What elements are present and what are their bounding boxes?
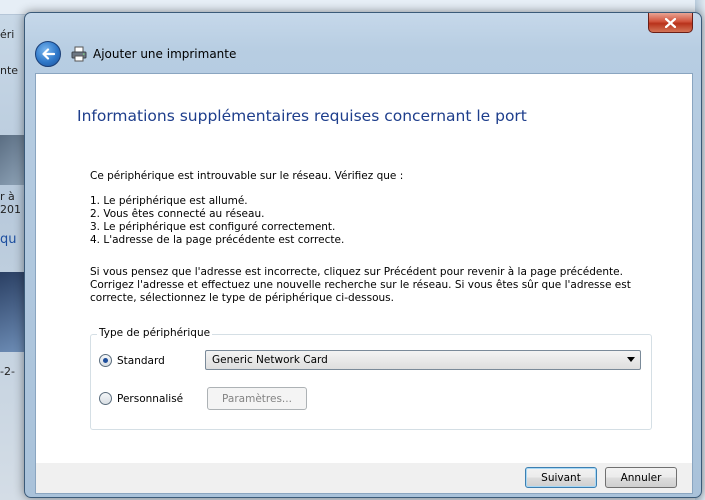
close-icon: [665, 17, 676, 28]
dialog-title-row: Ajouter une imprimante: [35, 39, 691, 69]
intro-text: Ce périphérique est introuvable sur le r…: [90, 170, 404, 182]
checklist-item: 3. Le périphérique est configuré correct…: [90, 221, 336, 233]
checklist: 1. Le périphérique est allumé. 2. Vous ê…: [90, 195, 344, 247]
wizard-content-panel: Informations supplémentaires requises co…: [35, 73, 693, 465]
dialog-title: Ajouter une imprimante: [93, 47, 237, 61]
parameters-button[interactable]: Paramètres...: [207, 387, 307, 410]
printer-icon: [71, 46, 87, 62]
standard-radio[interactable]: [99, 354, 112, 367]
device-type-legend: Type de périphérique: [97, 327, 213, 339]
checklist-item: 1. Le périphérique est allumé.: [90, 195, 248, 207]
chevron-down-icon: [627, 357, 635, 362]
device-type-group: Type de périphérique Standard Generic Ne…: [90, 327, 652, 430]
checklist-item: 4. L'adresse de la page précédente est c…: [90, 234, 345, 246]
back-arrow-icon: [42, 48, 55, 60]
custom-radio-label: Personnalisé: [117, 392, 184, 405]
custom-radio-option[interactable]: Personnalisé: [99, 392, 183, 405]
cancel-button[interactable]: Annuler: [605, 467, 677, 488]
checklist-item: 2. Vous êtes connecté au réseau.: [90, 208, 265, 220]
close-button[interactable]: [648, 13, 693, 33]
instructions-text: Si vous pensez que l'adresse est incorre…: [90, 266, 631, 305]
instructions-line: correcte, sélectionnez le type de périph…: [90, 292, 394, 304]
back-button[interactable]: [35, 41, 61, 67]
device-type-select[interactable]: Generic Network Card: [205, 350, 641, 370]
next-button[interactable]: Suivant: [525, 467, 597, 488]
add-printer-dialog: Ajouter une imprimante Informations supp…: [24, 12, 702, 498]
device-type-select-value: Generic Network Card: [212, 354, 328, 366]
dialog-footer: Suivant Annuler: [35, 463, 693, 494]
instructions-line: Corrigez l'adresse et effectuez une nouv…: [90, 279, 631, 291]
standard-radio-option[interactable]: Standard: [99, 354, 165, 367]
page-heading: Informations supplémentaires requises co…: [77, 107, 527, 125]
instructions-line: Si vous pensez que l'adresse est incorre…: [90, 266, 623, 278]
standard-radio-label: Standard: [117, 354, 165, 367]
radio-selected-dot: [103, 358, 108, 363]
custom-radio[interactable]: [99, 392, 112, 405]
